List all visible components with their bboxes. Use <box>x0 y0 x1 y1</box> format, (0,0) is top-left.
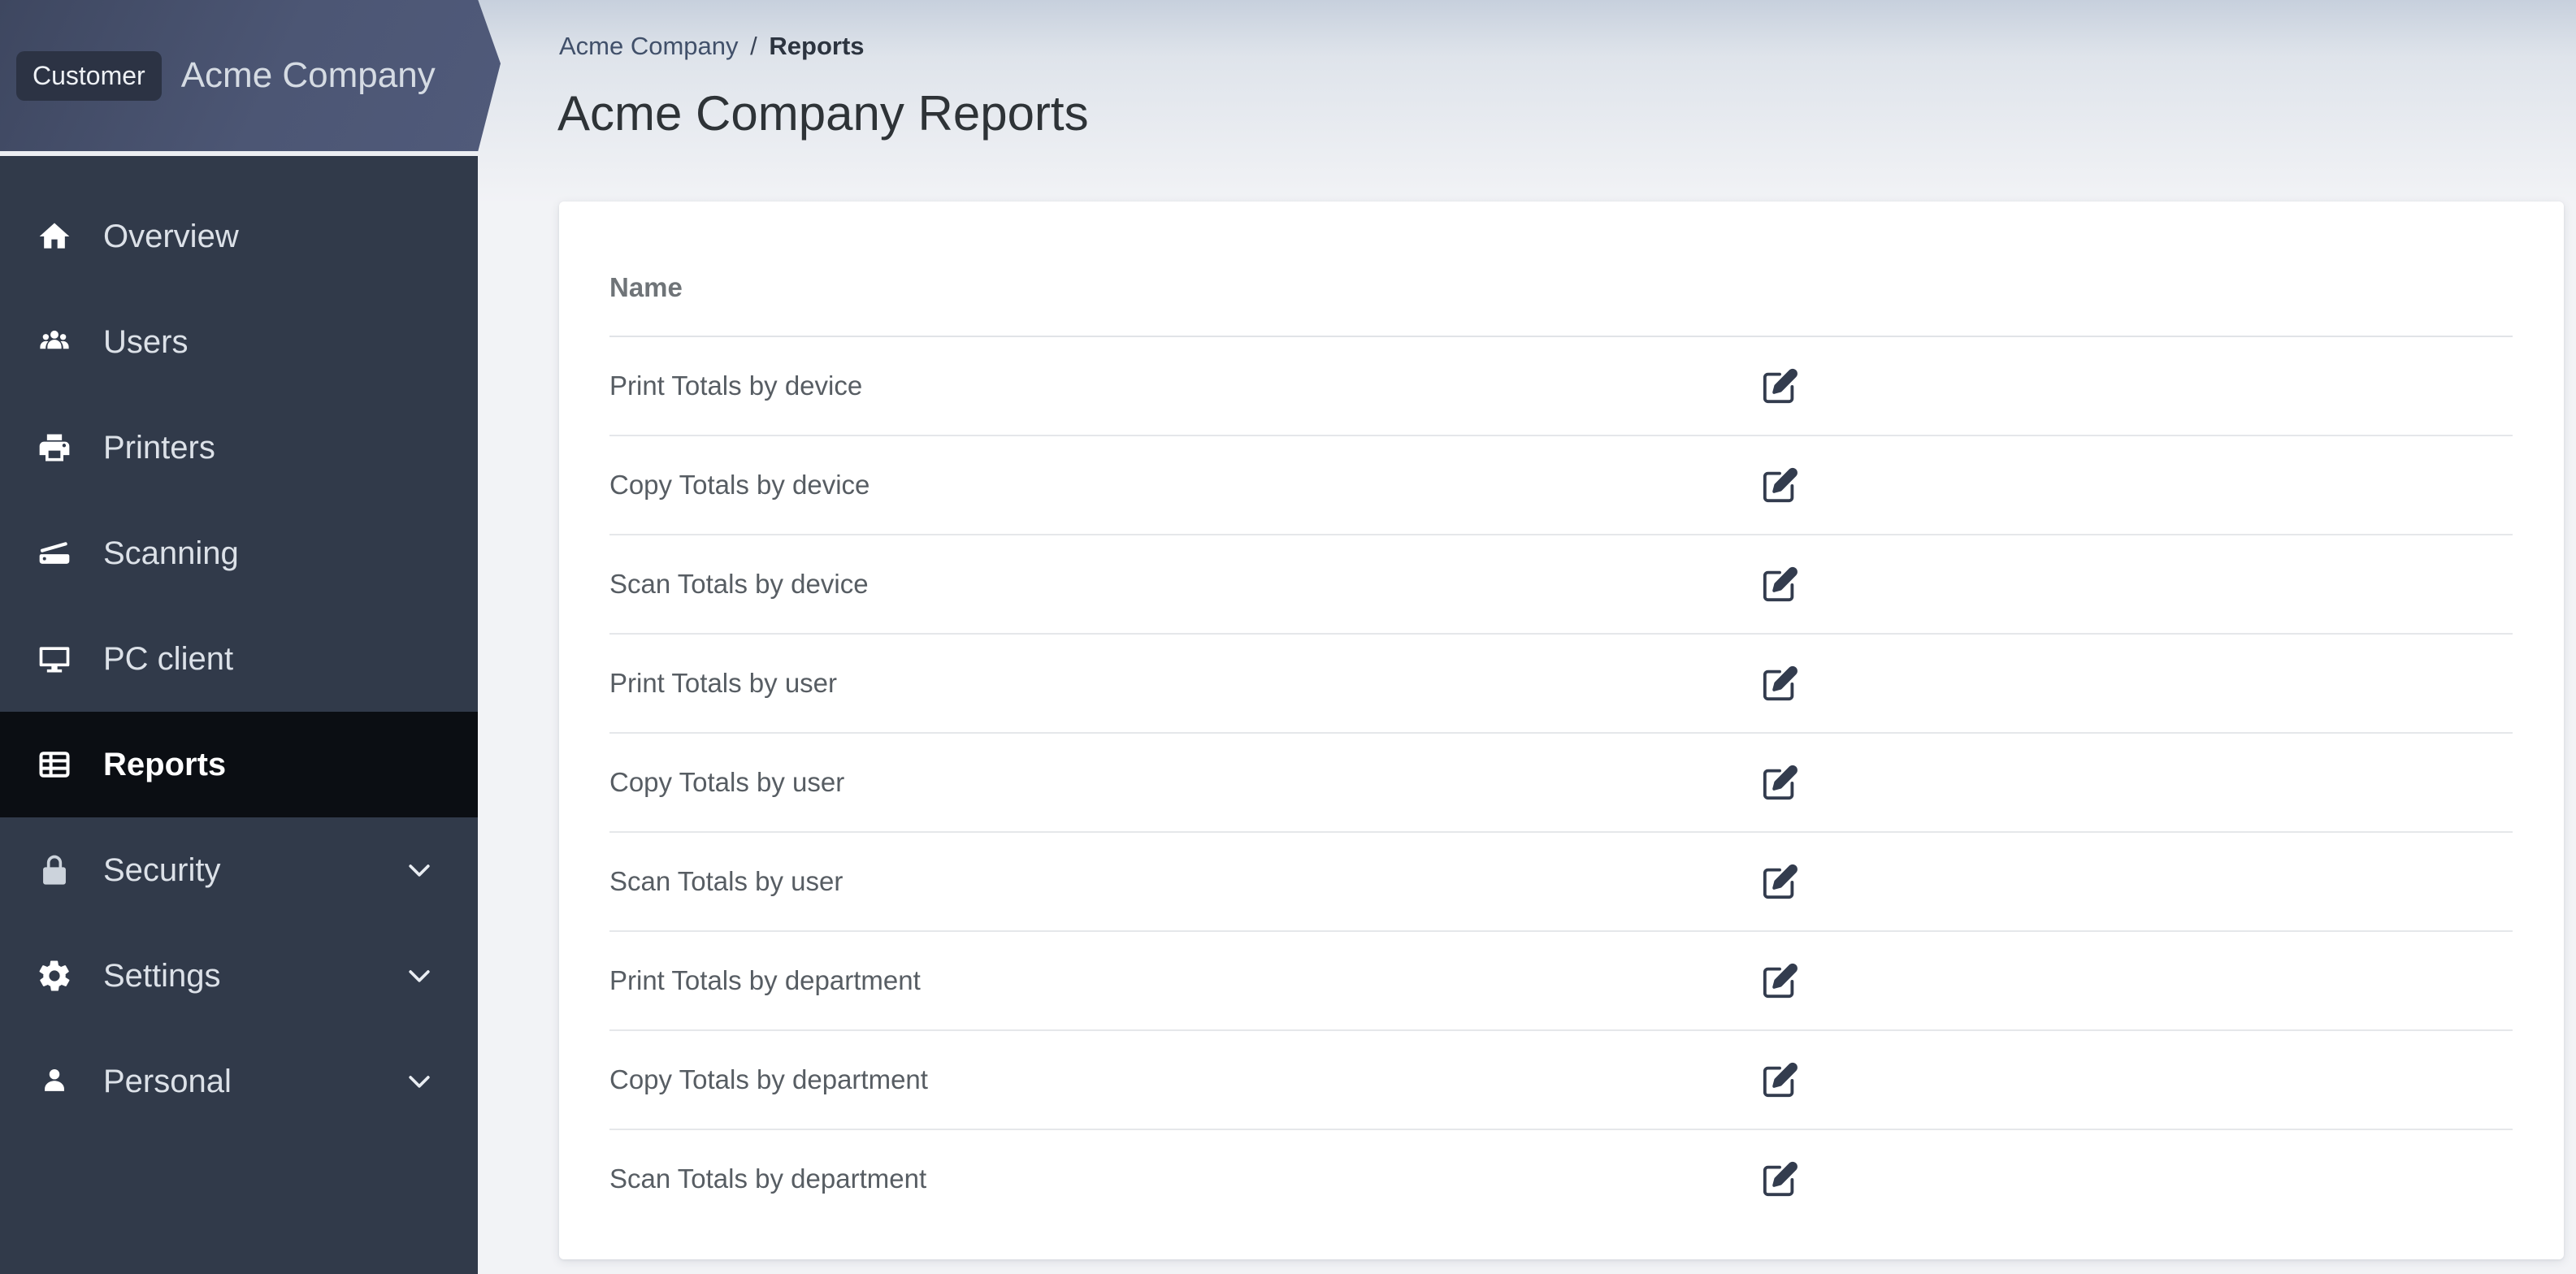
reports-card: Name Print Totals by device Copy Totals … <box>559 202 2564 1259</box>
sidebar-item-label: Reports <box>103 746 227 782</box>
sidebar-item-label: Overview <box>103 218 239 254</box>
printer-icon <box>37 430 72 466</box>
sidebar-item-security[interactable]: Security <box>0 817 478 923</box>
gear-icon <box>37 958 72 994</box>
edit-report-button[interactable] <box>1762 962 1799 999</box>
scanner-icon <box>37 535 72 571</box>
sidebar-item-reports[interactable]: Reports <box>0 712 478 817</box>
edit-report-button[interactable] <box>1762 566 1799 603</box>
users-icon <box>37 324 72 360</box>
edit-report-button[interactable] <box>1762 367 1799 405</box>
table-row: Scan Totals by department <box>609 1130 2513 1228</box>
edit-icon <box>1763 963 1798 999</box>
reports-icon <box>37 747 72 782</box>
breadcrumb: Acme Company / Reports <box>559 31 865 61</box>
breadcrumb-separator: / <box>750 32 757 60</box>
report-name: Copy Totals by user <box>609 767 845 797</box>
edit-icon <box>1763 1161 1798 1197</box>
person-icon <box>37 1064 72 1099</box>
table-row: Scan Totals by user <box>609 833 2513 932</box>
sidebar-item-printers[interactable]: Printers <box>0 395 478 500</box>
table-row: Print Totals by department <box>609 932 2513 1031</box>
report-name: Copy Totals by department <box>609 1064 928 1094</box>
edit-icon <box>1763 864 1798 899</box>
sidebar-item-personal[interactable]: Personal <box>0 1029 478 1134</box>
edit-icon <box>1763 467 1798 503</box>
desktop-icon <box>37 641 72 677</box>
sidebar-item-pc-client[interactable]: PC client <box>0 606 478 712</box>
sidebar-nav: Overview Users Printers Scanning PC clie… <box>0 156 478 1134</box>
report-name: Print Totals by department <box>609 965 921 995</box>
lock-icon <box>37 852 72 888</box>
edit-report-button[interactable] <box>1762 764 1799 801</box>
table-header: Name <box>609 202 2513 337</box>
sidebar-item-users[interactable]: Users <box>0 289 478 395</box>
customer-banner: Customer Acme Company <box>0 0 501 151</box>
page-title: Acme Company Reports <box>557 86 1089 141</box>
sidebar-item-label: Scanning <box>103 535 239 571</box>
sidebar-item-overview[interactable]: Overview <box>0 184 478 289</box>
edit-report-button[interactable] <box>1762 1061 1799 1098</box>
report-name: Print Totals by device <box>609 370 863 401</box>
edit-icon <box>1763 368 1798 404</box>
table-row: Print Totals by device <box>609 337 2513 436</box>
edit-icon <box>1763 765 1798 800</box>
report-name: Scan Totals by user <box>609 866 843 896</box>
table-row: Copy Totals by user <box>609 734 2513 833</box>
table-row: Scan Totals by device <box>609 535 2513 635</box>
breadcrumb-current: Reports <box>769 32 865 60</box>
report-name: Scan Totals by department <box>609 1164 927 1194</box>
sidebar-item-label: Users <box>103 323 189 360</box>
edit-report-button[interactable] <box>1762 1160 1799 1198</box>
column-header-name: Name <box>609 272 683 302</box>
chevron-down-icon <box>403 960 436 992</box>
sidebar-item-settings[interactable]: Settings <box>0 923 478 1029</box>
company-name: Acme Company <box>180 55 436 95</box>
table-row: Print Totals by user <box>609 635 2513 734</box>
report-name: Print Totals by user <box>609 668 838 698</box>
table-row: Copy Totals by device <box>609 436 2513 535</box>
edit-report-button[interactable] <box>1762 466 1799 504</box>
sidebar-item-label: Settings <box>103 957 221 994</box>
edit-icon <box>1763 1062 1798 1098</box>
sidebar-item-label: PC client <box>103 640 234 677</box>
sidebar-item-label: Security <box>103 852 221 888</box>
edit-icon <box>1763 665 1798 701</box>
breadcrumb-parent-link[interactable]: Acme Company <box>559 32 739 60</box>
report-name: Scan Totals by device <box>609 569 869 599</box>
sidebar-item-label: Printers <box>103 429 215 466</box>
customer-badge: Customer <box>16 50 162 101</box>
table-row: Copy Totals by department <box>609 1031 2513 1130</box>
report-name: Copy Totals by device <box>609 470 870 500</box>
chevron-down-icon <box>403 1065 436 1098</box>
sidebar: Overview Users Printers Scanning PC clie… <box>0 156 478 1274</box>
home-icon <box>37 219 72 254</box>
edit-report-button[interactable] <box>1762 863 1799 900</box>
edit-icon <box>1763 566 1798 602</box>
sidebar-item-scanning[interactable]: Scanning <box>0 500 478 606</box>
chevron-down-icon <box>403 854 436 886</box>
table-body: Print Totals by device Copy Totals by de… <box>609 337 2513 1228</box>
edit-report-button[interactable] <box>1762 665 1799 702</box>
sidebar-item-label: Personal <box>103 1063 232 1099</box>
